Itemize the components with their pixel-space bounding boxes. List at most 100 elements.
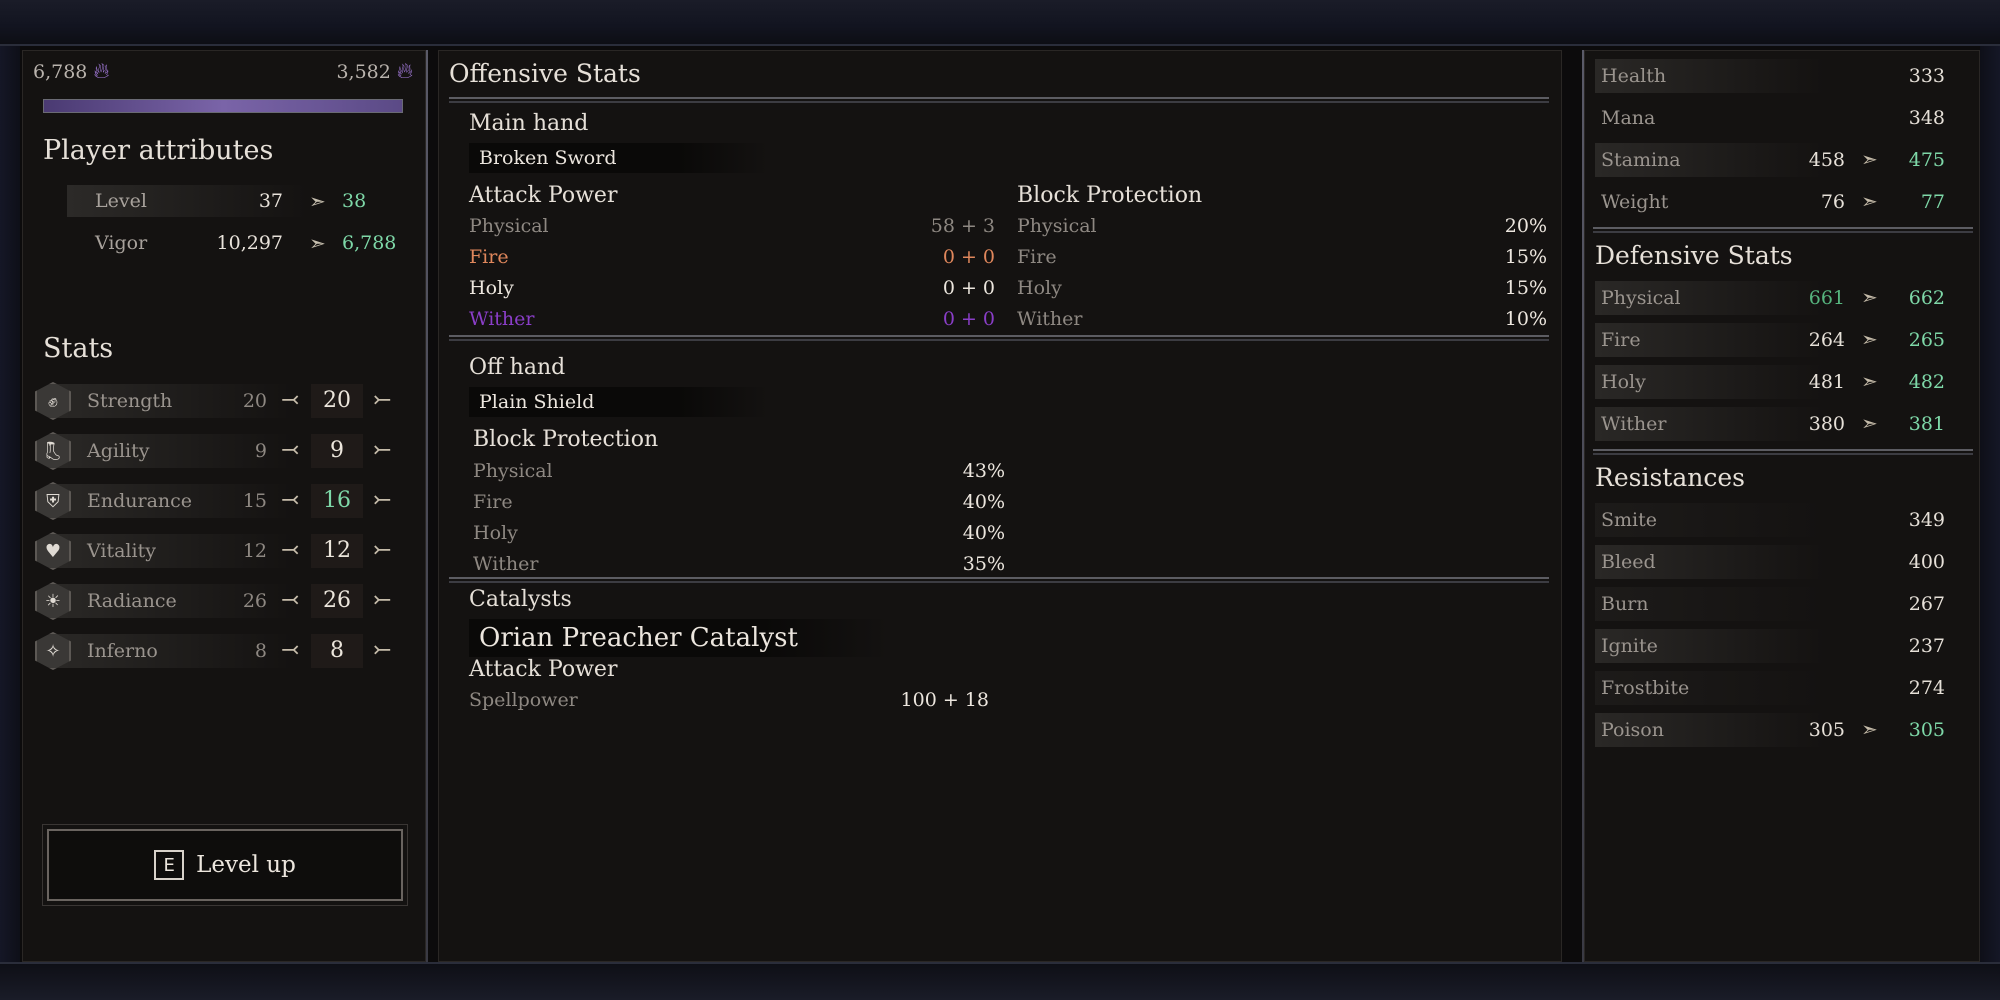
resist-row-frostbite: Frostbite 274 (1595, 671, 1965, 705)
defense-row-physical: Physical 661 ➣ 662 (1595, 281, 1965, 315)
catalyst-item[interactable]: Orian Preacher Catalyst (469, 619, 889, 657)
stat-value: 12 (311, 534, 363, 568)
player-attributes-title: Player attributes (43, 135, 274, 166)
decrease-arrow-icon[interactable]: ⤙ (281, 488, 299, 513)
offensive-stats-panel: Offensive Stats Main hand Broken Sword A… (438, 50, 1562, 962)
main-hand-title: Main hand (469, 111, 589, 136)
increase-arrow-icon[interactable]: ⤚ (373, 538, 391, 563)
arrow-right-icon: ➣ (1861, 369, 1878, 393)
stat-row-strength[interactable]: ✊︎ Strength 20 ⤙ 20 ⤚ (35, 378, 425, 424)
increase-arrow-icon[interactable]: ⤚ (373, 438, 391, 463)
stat-value: 20 (311, 384, 363, 418)
offhand-block-holy: Holy 40% (473, 522, 1005, 544)
defensive-stats-panel: Health 333 Mana 348 Stamina 458 ➣ 475 Weight 7… (1584, 50, 1980, 962)
defensive-stats-title: Defensive Stats (1595, 241, 1793, 270)
stat-row-endurance[interactable]: ⛨ Endurance 15 ⤙ 16 ⤚ (35, 478, 425, 524)
decrease-arrow-icon[interactable]: ⤙ (281, 388, 299, 413)
arrow-right-icon: ➣ (309, 231, 326, 255)
stat-label: Inferno (87, 640, 158, 662)
decrease-arrow-icon[interactable]: ⤙ (281, 538, 299, 563)
arrow-right-icon: ➣ (1861, 717, 1878, 741)
panel-divider (426, 50, 428, 962)
vital-row-stamina: Stamina 458 ➣ 475 (1595, 143, 1965, 177)
attack-row-fire: Fire 0 + 0 (469, 246, 995, 268)
resist-row-smite: Smite 349 (1595, 503, 1965, 537)
attack-power-title: Attack Power (469, 183, 618, 208)
key-hint-e: E (154, 850, 185, 880)
attr-next: 6,788 (342, 232, 397, 254)
stat-value: 8 (311, 634, 363, 668)
increase-arrow-icon[interactable]: ⤚ (373, 588, 391, 613)
arrow-right-icon: ➣ (1861, 147, 1878, 171)
stat-label: Agility (87, 440, 150, 462)
stat-base-value: 20 (242, 390, 267, 412)
stat-base-value: 12 (242, 540, 267, 562)
defense-row-fire: Fire 264 ➣ 265 (1595, 323, 1965, 357)
stat-base-value: 8 (254, 640, 267, 662)
stat-row-radiance[interactable]: ☀ Radiance 26 ⤙ 26 ⤚ (35, 578, 425, 624)
defense-row-holy: Holy 481 ➣ 482 (1595, 365, 1965, 399)
off-hand-item[interactable]: Plain Shield (469, 387, 769, 417)
stat-base-value: 9 (254, 440, 267, 462)
arrow-right-icon: ➣ (309, 189, 326, 213)
increase-arrow-icon[interactable]: ⤚ (373, 488, 391, 513)
divider (1593, 227, 1973, 233)
decrease-arrow-icon[interactable]: ⤙ (281, 638, 299, 663)
decrease-arrow-icon[interactable]: ⤙ (281, 438, 299, 463)
attr-next: 38 (342, 190, 367, 212)
level-up-label: Level up (196, 852, 296, 878)
vigor-flame-icon: 🔥︎ (396, 59, 413, 84)
resist-row-ignite: Ignite 237 (1595, 629, 1965, 663)
resistances-title: Resistances (1595, 463, 1745, 492)
main-hand-item[interactable]: Broken Sword (469, 143, 769, 173)
left-frame (0, 46, 20, 962)
stat-label: Endurance (87, 490, 193, 512)
increase-arrow-icon[interactable]: ⤚ (373, 638, 391, 663)
right-frame (1980, 46, 2000, 962)
stat-value: 26 (311, 584, 363, 618)
increase-arrow-icon[interactable]: ⤚ (373, 388, 391, 413)
offhand-block-wither: Wither 35% (473, 553, 1005, 575)
resist-row-poison: Poison 305 ➣ 305 (1595, 713, 1965, 747)
attr-current: 37 (258, 190, 283, 212)
offhand-block-fire: Fire 40% (473, 491, 1005, 513)
vital-row-health: Health 333 (1595, 59, 1965, 93)
attack-row-wither: Wither 0 + 0 (469, 308, 995, 330)
decrease-arrow-icon[interactable]: ⤙ (281, 588, 299, 613)
attr-label: Level (95, 190, 147, 212)
arrow-right-icon: ➣ (1861, 285, 1878, 309)
arrow-right-icon: ➣ (1861, 327, 1878, 351)
vital-row-mana: Mana 348 (1601, 107, 1945, 129)
vital-row-weight: Weight 76 ➣ 77 (1601, 189, 1945, 213)
stat-base-value: 15 (242, 490, 267, 512)
stat-row-vitality[interactable]: ♥ Vitality 12 ⤙ 12 ⤚ (35, 528, 425, 574)
block-row-physical: Physical 20% (1017, 215, 1547, 237)
block-row-holy: Holy 15% (1017, 277, 1547, 299)
xp-progress-bar (43, 99, 403, 113)
divider (449, 97, 1549, 103)
offhand-block-physical: Physical 43% (473, 460, 1005, 482)
attr-current: 10,297 (216, 232, 283, 254)
xp-progress-fill (44, 100, 402, 112)
divider (449, 335, 1549, 341)
attr-label: Vigor (95, 232, 148, 254)
character-panel: 6,788 🔥︎ 3,582 🔥︎ Player attributes Leve… (22, 50, 426, 962)
vigor-flame-icon: 🔥︎ (93, 59, 110, 84)
stat-row-inferno[interactable]: ✧ Inferno 8 ⤙ 8 ⤚ (35, 628, 425, 674)
currency-right: 3,582 🔥︎ (336, 59, 413, 84)
currency-left-value: 6,788 (33, 60, 88, 83)
stat-row-agility[interactable]: 👢︎ Agility 9 ⤙ 9 ⤚ (35, 428, 425, 474)
stat-value: 16 (311, 484, 363, 518)
defense-row-wither: Wither 380 ➣ 381 (1595, 407, 1965, 441)
level-up-button[interactable]: E Level up (42, 824, 408, 906)
offensive-stats-title: Offensive Stats (449, 59, 641, 88)
attr-row-level: Level 37 ➣ 38 (67, 183, 417, 219)
stat-label: Radiance (87, 590, 177, 612)
stat-label: Vitality (87, 540, 156, 562)
resist-row-bleed: Bleed 400 (1595, 545, 1965, 579)
currency-right-value: 3,582 (336, 60, 391, 83)
divider (1593, 449, 1973, 455)
stats-title: Stats (43, 333, 114, 364)
block-protection-title: Block Protection (1017, 183, 1203, 208)
stat-label: Strength (87, 390, 173, 412)
